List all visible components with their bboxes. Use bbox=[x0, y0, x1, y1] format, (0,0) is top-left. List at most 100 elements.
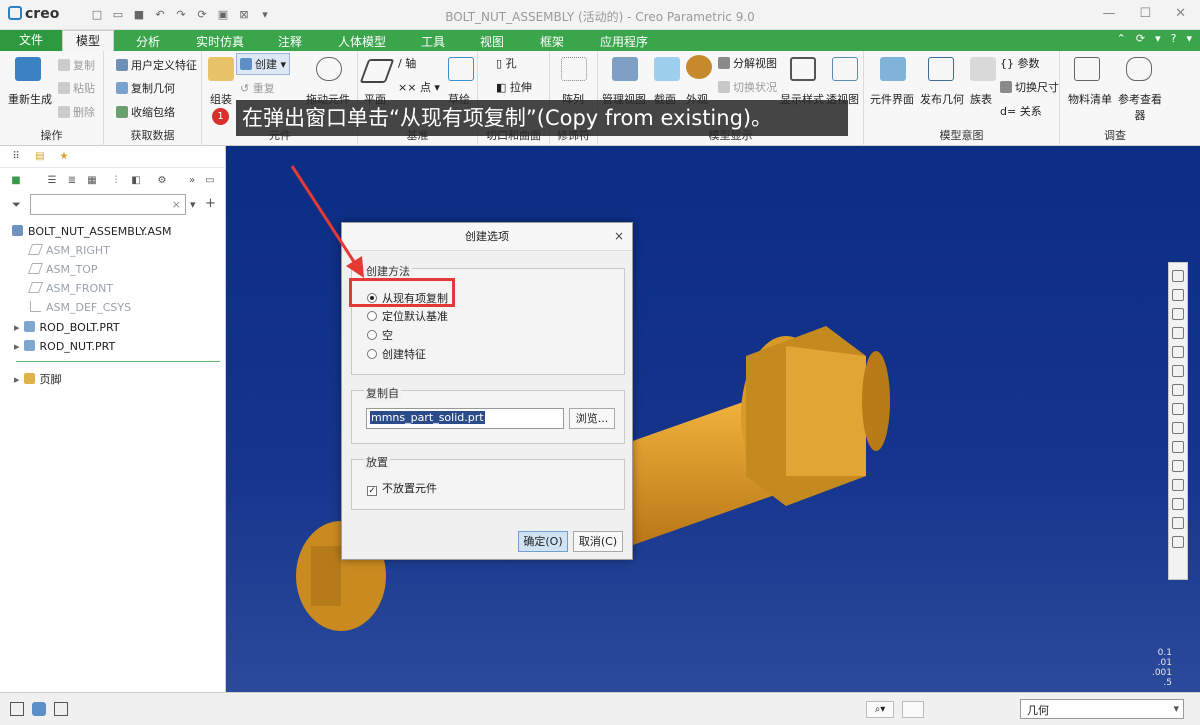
more-icon[interactable]: » bbox=[186, 175, 198, 187]
tab-model[interactable]: 模型 bbox=[62, 30, 114, 53]
tree-search-input[interactable]: × bbox=[30, 194, 186, 215]
no-place-checkbox[interactable]: ✓ 不放置元件 bbox=[367, 480, 437, 496]
tree-item-assembly[interactable]: BOLT_NUT_ASSEMBLY.ASM bbox=[12, 225, 171, 238]
spin-center-icon[interactable] bbox=[1172, 479, 1184, 491]
show-icon[interactable]: ■ bbox=[10, 175, 22, 187]
explode-toggle-icon[interactable] bbox=[1172, 498, 1184, 510]
relations-button[interactable]: d= 关系 bbox=[1000, 103, 1042, 119]
tab-manikin[interactable]: 人体模型 bbox=[338, 33, 386, 50]
parameters-button[interactable]: {} 参数 bbox=[1000, 55, 1040, 71]
tab-view[interactable]: 视图 bbox=[480, 33, 504, 50]
maximize-icon[interactable]: ☐ bbox=[1139, 6, 1151, 21]
publish-geometry-button[interactable]: 发布几何 bbox=[920, 91, 964, 107]
shrinkwrap-button[interactable]: 收缩包络 bbox=[116, 104, 175, 120]
tab-analysis[interactable]: 分析 bbox=[136, 33, 160, 50]
tree-item-asm-def-csys[interactable]: ASM_DEF_CSYS bbox=[30, 301, 131, 314]
tree-layer-icon[interactable]: ◧ bbox=[130, 175, 142, 187]
regenerate-button[interactable]: 重新生成 bbox=[8, 91, 52, 107]
section-view-icon[interactable] bbox=[1172, 422, 1184, 434]
refit-icon[interactable] bbox=[1172, 270, 1184, 282]
paste-button[interactable]: 粘贴 bbox=[58, 80, 95, 96]
minimize-icon[interactable]: — bbox=[1102, 6, 1115, 21]
datum-display-icon[interactable] bbox=[1172, 441, 1184, 453]
settings-icon[interactable]: ▾ bbox=[1155, 32, 1161, 45]
radio-empty[interactable]: 空 bbox=[367, 327, 393, 343]
dialog-close-icon[interactable]: × bbox=[614, 229, 624, 243]
tree-item-footer[interactable]: ▸ 页脚 bbox=[14, 371, 62, 387]
tree-item-asm-right[interactable]: ASM_RIGHT bbox=[27, 244, 110, 257]
document-icon[interactable]: ▭ bbox=[204, 175, 216, 187]
radio-locate-default-datums[interactable]: 定位默认基准 bbox=[367, 308, 448, 324]
find-icon[interactable]: ⌕▾ bbox=[866, 701, 894, 718]
selection-icon[interactable] bbox=[902, 701, 924, 718]
tab-annotate[interactable]: 注释 bbox=[278, 33, 302, 50]
assemble-button[interactable]: 组装 bbox=[210, 91, 232, 107]
copy-button[interactable]: 复制 bbox=[58, 57, 95, 73]
delete-button[interactable]: 删除 bbox=[58, 104, 95, 120]
full-screen-icon[interactable] bbox=[54, 702, 68, 716]
cancel-button[interactable]: 取消(C) bbox=[573, 531, 623, 552]
radio-create-features[interactable]: 创建特征 bbox=[367, 346, 426, 362]
point-button[interactable]: ×× 点 ▾ bbox=[398, 79, 440, 95]
expand-arrow-icon[interactable]: ▸ bbox=[14, 373, 20, 386]
refresh-icon[interactable]: ⟳ bbox=[1136, 32, 1145, 45]
collapse-ribbon-icon[interactable]: ⌃ bbox=[1117, 32, 1126, 45]
favorites-icon[interactable]: ★ bbox=[58, 151, 70, 163]
saved-orientations-icon[interactable] bbox=[1172, 365, 1184, 377]
reference-viewer-button[interactable]: 参考查看器 bbox=[1116, 91, 1164, 123]
tree-item-rod-nut[interactable]: ▸ ROD_NUT.PRT bbox=[14, 340, 115, 353]
tab-framework[interactable]: 框架 bbox=[540, 33, 564, 50]
tree-item-rod-bolt[interactable]: ▸ ROD_BOLT.PRT bbox=[14, 321, 120, 334]
zoom-out-icon[interactable] bbox=[1172, 308, 1184, 320]
tree-filter-icon[interactable]: ⫶ bbox=[110, 175, 122, 187]
tree-columns-icon[interactable]: ☰ bbox=[46, 175, 58, 187]
hole-button[interactable]: ▯ 孔 bbox=[496, 55, 517, 71]
ok-button[interactable]: 确定(O) bbox=[518, 531, 568, 552]
tree-detail-icon[interactable]: ▦ bbox=[86, 175, 98, 187]
repaint-icon[interactable] bbox=[1172, 327, 1184, 339]
display-style-icon[interactable] bbox=[1172, 403, 1184, 415]
reorient-icon[interactable] bbox=[1172, 346, 1184, 358]
help-icon[interactable]: ? bbox=[1171, 32, 1177, 45]
tree-settings-icon[interactable]: ⚙ bbox=[156, 175, 168, 187]
explode-view-button[interactable]: 分解视图 bbox=[718, 55, 777, 71]
tree-list-icon[interactable]: ≣ bbox=[66, 175, 78, 187]
toggle-navigator-icon[interactable] bbox=[10, 702, 24, 716]
selection-filter-dropdown[interactable]: 几何 ▾ bbox=[1020, 699, 1184, 719]
switch-dimensions-button[interactable]: 切换尺寸 bbox=[1000, 79, 1059, 95]
tab-tools[interactable]: 工具 bbox=[421, 33, 445, 50]
repeat-button[interactable]: ↺ 重复 bbox=[240, 80, 275, 96]
folder-browser-icon[interactable]: ▤ bbox=[34, 151, 46, 163]
tree-item-asm-front[interactable]: ASM_FRONT bbox=[27, 282, 113, 295]
tab-file[interactable]: 文件 bbox=[0, 30, 62, 51]
help-menu-icon[interactable]: ▾ bbox=[1186, 32, 1192, 45]
copy-geometry-button[interactable]: 复制几何 bbox=[116, 80, 175, 96]
browse-button[interactable]: 浏览... bbox=[569, 408, 615, 429]
clear-search-icon[interactable]: × bbox=[172, 198, 181, 211]
close-icon[interactable]: ✕ bbox=[1175, 6, 1186, 21]
toggle-status-button[interactable]: 切换状况 bbox=[718, 79, 777, 95]
more-view-icon[interactable] bbox=[1172, 536, 1184, 548]
expand-arrow-icon[interactable]: ▸ bbox=[14, 321, 20, 334]
axis-button[interactable]: / 轴 bbox=[398, 55, 416, 71]
tree-item-asm-top[interactable]: ASM_TOP bbox=[27, 263, 98, 276]
browser-icon[interactable] bbox=[32, 702, 46, 716]
zoom-in-icon[interactable] bbox=[1172, 289, 1184, 301]
family-table-button[interactable]: 族表 bbox=[970, 91, 992, 107]
extrude-button[interactable]: ◧ 拉伸 bbox=[496, 79, 532, 95]
create-button[interactable]: 创建 ▾ bbox=[236, 53, 291, 75]
search-dropdown-icon[interactable]: ▾ bbox=[190, 198, 196, 211]
annotation-display-icon[interactable] bbox=[1172, 460, 1184, 472]
pause-icon[interactable] bbox=[1172, 517, 1184, 529]
bom-button[interactable]: 物料清单 bbox=[1068, 91, 1112, 107]
tab-applications[interactable]: 应用程序 bbox=[600, 33, 648, 50]
add-icon[interactable]: + bbox=[205, 196, 216, 211]
view-manager-icon[interactable] bbox=[1172, 384, 1184, 396]
tab-simulation[interactable]: 实时仿真 bbox=[196, 33, 244, 50]
insert-here-indicator[interactable] bbox=[16, 361, 220, 362]
component-interface-button[interactable]: 元件界面 bbox=[870, 91, 914, 107]
model-tree-tab-icon[interactable]: ⠿ bbox=[10, 151, 22, 163]
udf-button[interactable]: 用户定义特征 bbox=[116, 57, 197, 73]
expand-arrow-icon[interactable]: ▸ bbox=[14, 340, 20, 353]
copy-from-input[interactable]: mmns_part_solid.prt bbox=[366, 408, 564, 429]
